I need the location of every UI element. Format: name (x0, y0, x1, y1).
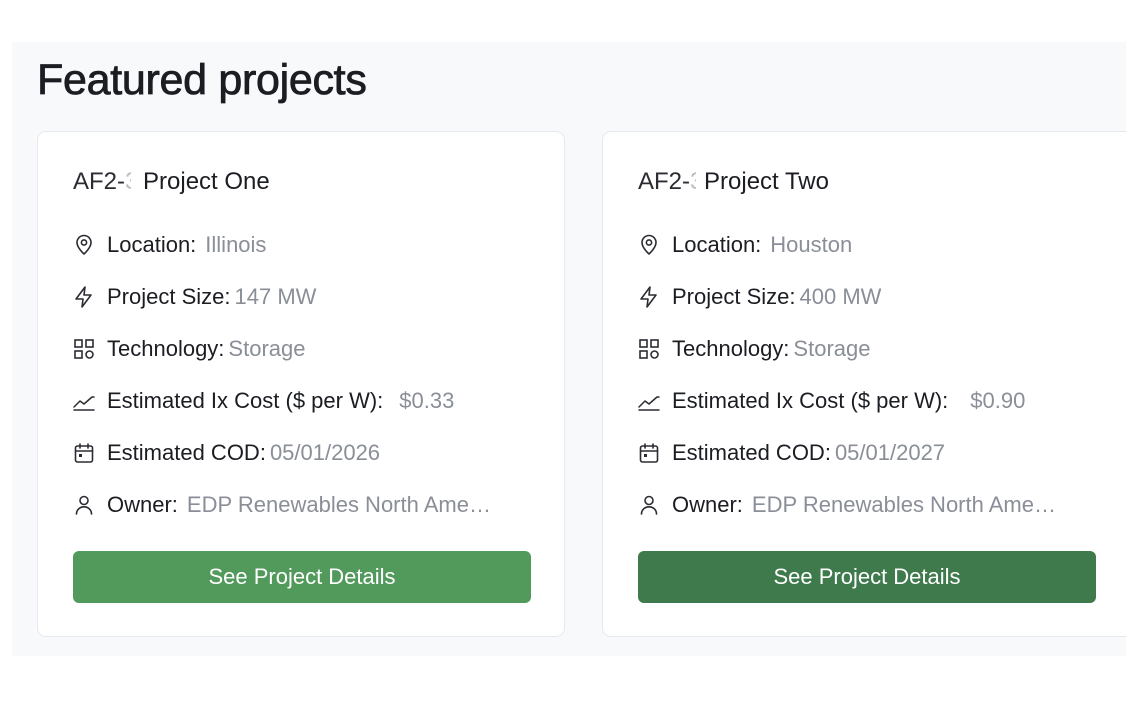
owner-label: Owner: (107, 492, 178, 517)
cost-value: $0.90 (970, 388, 1026, 413)
location-label: Location: (107, 232, 197, 257)
size-label: Project Size: (672, 284, 796, 309)
cost-label: Estimated Ix Cost ($ per W): (107, 388, 384, 413)
technology-value: Storage (793, 336, 871, 361)
technology-label: Technology: (107, 336, 225, 361)
lightning-icon (637, 285, 661, 309)
cost-row: Estimated Ix Cost ($ per W): $0.90 (637, 386, 1025, 416)
owner-label: Owner: (672, 492, 743, 517)
size-value: 400 MW (799, 284, 882, 309)
project-title: AF2-3 Project One (73, 168, 270, 196)
trend-icon (637, 389, 661, 413)
section-title: Featured projects (37, 56, 368, 105)
size-label: Project Size: (107, 284, 231, 309)
calendar-icon (72, 441, 96, 465)
size-row: Project Size: 400 MW (637, 282, 881, 312)
cod-label: Estimated COD: (672, 440, 831, 465)
size-value: 147 MW (234, 284, 317, 309)
size-row: Project Size: 147 MW (72, 282, 316, 312)
technology-row: Technology: Storage (72, 334, 305, 364)
owner-row: Owner: EDP Renewables North America LLC (637, 490, 1062, 520)
user-icon (637, 493, 661, 517)
cod-label: Estimated COD: (107, 440, 266, 465)
technology-value: Storage (228, 336, 306, 361)
featured-projects-section: Featured projects AF2-3Project One Locat… (12, 42, 1126, 656)
map-pin-icon (72, 233, 96, 257)
project-code: AF2- (638, 168, 691, 195)
user-icon (72, 493, 96, 517)
project-code-redacted: 3 (690, 168, 696, 196)
trend-icon (72, 389, 96, 413)
project-title: AF2-3 Project Two (638, 168, 829, 196)
location-value: Houston (770, 232, 853, 257)
map-pin-icon (637, 233, 661, 257)
owner-value: EDP Renewables North America LLC (751, 492, 1062, 517)
project-name: Project One (143, 168, 270, 195)
project-name: Project Two (704, 168, 829, 195)
owner-row: Owner: EDP Renewables North America LLC (72, 490, 497, 520)
lightning-icon (72, 285, 96, 309)
cod-value: 05/01/2027 (834, 440, 946, 465)
cod-value: 05/01/2026 (269, 440, 381, 465)
location-row: Location: Illinois (72, 230, 266, 260)
grid-icon (72, 337, 96, 361)
location-value: Illinois (205, 232, 267, 257)
cost-row: Estimated Ix Cost ($ per W): $0.33 (72, 386, 454, 416)
project-card-1: AF2-3 Project One Location: Illinois Proj… (37, 131, 565, 637)
calendar-icon (637, 441, 661, 465)
project-card-2: AF2-3 Project Two Location: Houston Proje… (602, 131, 1126, 637)
owner-value: EDP Renewables North America LLC (186, 492, 497, 517)
see-project-details-button[interactable]: See Project Details (638, 551, 1096, 603)
see-project-details-button[interactable]: See Project Details (73, 551, 531, 603)
cost-label: Estimated Ix Cost ($ per W): (672, 388, 949, 413)
cod-row: Estimated COD: 05/01/2026 (72, 438, 380, 468)
technology-label: Technology: (672, 336, 790, 361)
project-code: AF2- (73, 168, 126, 195)
location-row: Location: Houston (637, 230, 852, 260)
location-label: Location: (672, 232, 762, 257)
grid-icon (637, 337, 661, 361)
cod-row: Estimated COD: 05/01/2027 (637, 438, 945, 468)
project-code-redacted: 3 (125, 168, 131, 196)
technology-row: Technology: Storage (637, 334, 870, 364)
cost-value: $0.33 (399, 388, 455, 413)
